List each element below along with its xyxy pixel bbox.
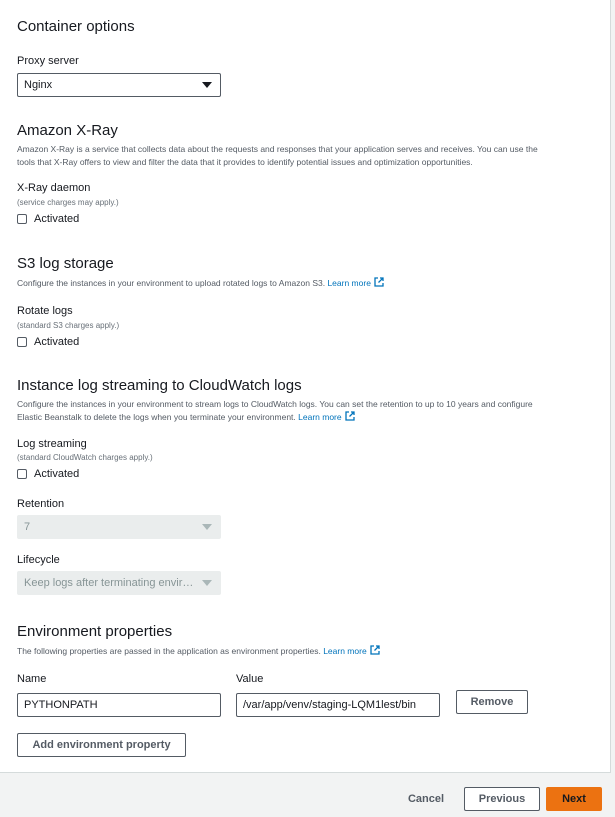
cloudwatch-description-line1: Configure the instances in your environm… xyxy=(17,399,533,409)
s3-activated-checkbox-row[interactable]: Activated xyxy=(17,336,79,348)
caret-down-icon xyxy=(202,580,212,586)
proxy-server-label: Proxy server xyxy=(17,55,79,67)
external-link-icon xyxy=(374,277,384,287)
environment-properties-heading: Environment properties xyxy=(17,623,173,640)
retention-value: 7 xyxy=(24,521,31,533)
xray-description-line2: tools that X-Ray offers to view and filt… xyxy=(17,156,473,167)
external-link-icon xyxy=(344,410,355,421)
xray-daemon-label: X-Ray daemon xyxy=(17,182,91,194)
s3-description-text: Configure the instances in your environm… xyxy=(17,278,326,288)
cloudwatch-activated-checkbox-row[interactable]: Activated xyxy=(17,468,79,480)
s3-learn-more-link[interactable]: Learn more xyxy=(327,277,384,288)
external-link-icon xyxy=(370,645,380,655)
caret-down-icon xyxy=(202,524,212,530)
s3-log-storage-heading: S3 log storage xyxy=(17,255,114,272)
xray-description-line1: Amazon X-Ray is a service that collects … xyxy=(17,144,538,154)
previous-button[interactable]: Previous xyxy=(464,787,540,811)
add-environment-property-button[interactable]: Add environment property xyxy=(17,733,186,757)
lifecycle-label: Lifecycle xyxy=(17,554,60,566)
cloudwatch-description: Configure the instances in your environm… xyxy=(17,398,602,423)
xray-activated-checkbox-row[interactable]: Activated xyxy=(17,213,79,225)
s3-description: Configure the instances in your environm… xyxy=(17,277,384,290)
cancel-button[interactable]: Cancel xyxy=(396,787,456,811)
configuration-panel: Container options Proxy server Nginx Ama… xyxy=(0,0,611,773)
value-column-header: Value xyxy=(236,673,264,685)
env-learn-more-text: Learn more xyxy=(323,646,367,656)
retention-label: Retention xyxy=(17,498,65,510)
cloudwatch-heading: Instance log streaming to CloudWatch log… xyxy=(17,377,302,394)
rotate-logs-sub: (standard S3 charges apply.) xyxy=(17,321,120,330)
lifecycle-select[interactable]: Keep logs after terminating environment xyxy=(17,571,221,595)
proxy-server-value: Nginx xyxy=(24,79,53,91)
lifecycle-value: Keep logs after terminating environment xyxy=(24,577,196,589)
env-learn-more-link[interactable]: Learn more xyxy=(323,645,380,656)
log-streaming-label: Log streaming xyxy=(17,438,87,450)
cloudwatch-activated-checkbox[interactable] xyxy=(17,469,27,479)
s3-learn-more-text: Learn more xyxy=(327,278,371,288)
xray-heading: Amazon X-Ray xyxy=(17,122,118,139)
remove-button[interactable]: Remove xyxy=(456,690,528,714)
xray-activated-label: Activated xyxy=(34,213,80,225)
env-value-input[interactable]: /var/app/venv/staging-LQM1lest/bin xyxy=(236,693,440,717)
cloudwatch-learn-more-link[interactable]: Learn more xyxy=(298,410,355,422)
cloudwatch-learn-more-text: Learn more xyxy=(298,411,342,422)
retention-select[interactable]: 7 xyxy=(17,515,221,539)
s3-activated-checkbox[interactable] xyxy=(17,337,27,347)
xray-activated-checkbox[interactable] xyxy=(17,214,27,224)
rotate-logs-label: Rotate logs xyxy=(17,305,73,317)
xray-description: Amazon X-Ray is a service that collects … xyxy=(17,143,602,168)
caret-down-icon xyxy=(202,82,212,88)
cloudwatch-activated-label: Activated xyxy=(34,468,80,480)
container-options-heading: Container options xyxy=(17,18,135,35)
env-name-input[interactable]: PYTHONPATH xyxy=(17,693,221,717)
s3-activated-label: Activated xyxy=(34,336,80,348)
env-description-text: The following properties are passed in t… xyxy=(17,646,321,656)
name-column-header: Name xyxy=(17,673,47,685)
next-button[interactable]: Next xyxy=(546,787,602,811)
proxy-server-select[interactable]: Nginx xyxy=(17,73,221,97)
xray-daemon-sub: (service charges may apply.) xyxy=(17,198,119,207)
env-description: The following properties are passed in t… xyxy=(17,645,380,658)
log-streaming-sub: (standard CloudWatch charges apply.) xyxy=(17,453,153,462)
cloudwatch-description-line2: Elastic Beanstalk to delete the logs whe… xyxy=(17,411,296,422)
